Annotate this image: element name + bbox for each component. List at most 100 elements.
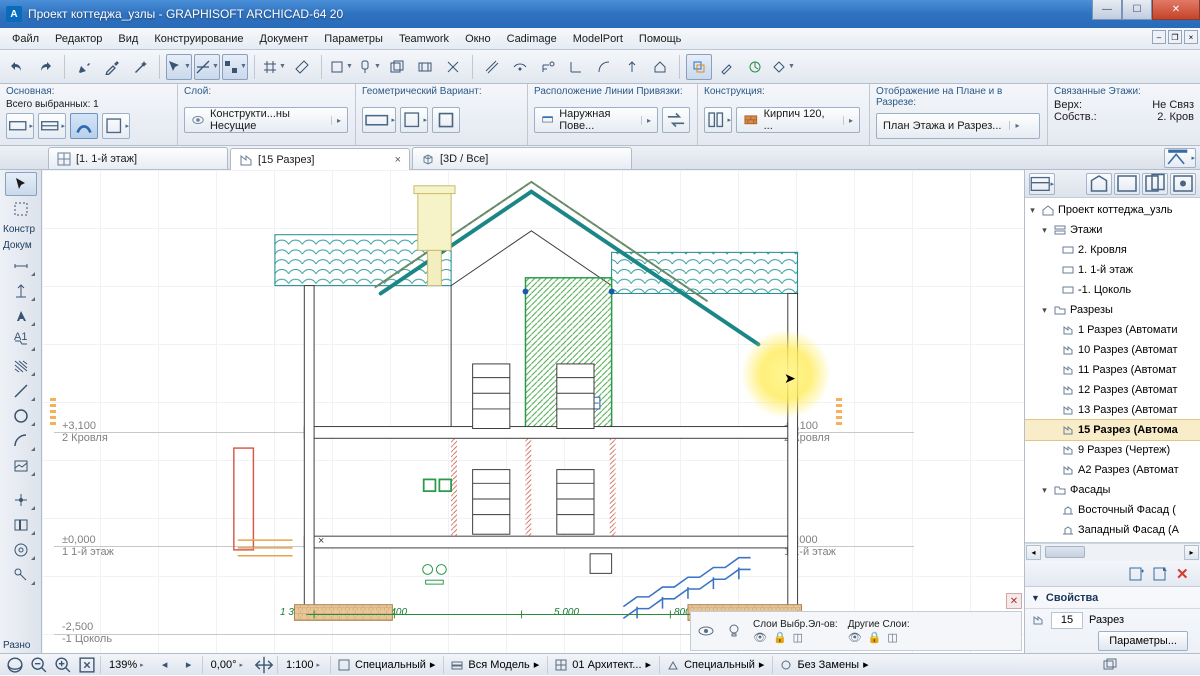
menu-file[interactable]: Файл [4,30,47,48]
tab-overflow-button[interactable]: ▸ [1164,148,1196,168]
ruler-button[interactable] [289,54,315,80]
nav-sec-a2[interactable]: A2 Разрез (Автомат [1078,464,1179,476]
home-button[interactable] [647,54,673,80]
wall-profile-button[interactable]: ▸ [38,113,66,139]
tab-close-icon[interactable]: × [395,154,401,166]
nav-sec-9[interactable]: 9 Разрез (Чертеж) [1078,444,1170,456]
undo-button[interactable] [4,54,30,80]
nav-floor-base[interactable]: -1. Цоколь [1078,284,1131,296]
nav-elev-east[interactable]: Восточный Фасад ( [1078,504,1176,516]
lock-sm-icon[interactable]: 🔒 [868,631,882,644]
worksheet-tool[interactable] [5,538,37,562]
nav-floor-roof[interactable]: 2. Кровля [1078,244,1127,256]
nav-layout-button[interactable] [1142,173,1168,195]
expand-icon[interactable]: ▾ [1039,485,1050,496]
scroll-thumb[interactable] [1045,546,1085,558]
nav-floors[interactable]: Этажи [1070,224,1102,236]
menu-edit[interactable]: Редактор [47,30,110,48]
pick-button[interactable] [71,54,97,80]
cursor-snap-button[interactable]: ▼ [166,54,192,80]
scale-value[interactable]: 1:100 [286,659,314,671]
arc-tool[interactable] [5,429,37,453]
lock-sm-icon[interactable]: 🔒 [773,631,787,644]
grid-snap-button[interactable]: ▼ [261,54,287,80]
grid-tool[interactable] [5,563,37,587]
guide-lines-button[interactable]: ▼ [194,54,220,80]
nav-floor-1[interactable]: 1. 1-й этаж [1078,264,1133,276]
menu-design[interactable]: Конструирование [146,30,251,48]
menu-window[interactable]: Окно [457,30,499,48]
menu-view[interactable]: Вид [110,30,146,48]
renovation-button[interactable] [742,54,768,80]
pan-icon[interactable] [253,656,275,674]
trace-button[interactable] [686,54,712,80]
orbit-icon[interactable] [4,656,26,674]
cons-combo[interactable]: Кирпич 120, ... ▸ [736,107,860,133]
menu-help[interactable]: Помощь [631,30,690,48]
qopt-3[interactable]: 01 Архитект...▸ [547,656,657,674]
nav-sec-11[interactable]: 11 Разрез (Автомат [1078,364,1177,376]
nav-sec-12[interactable]: 12 Разрез (Автомат [1078,384,1178,396]
fill-tool[interactable] [5,354,37,378]
nav-project-map-button[interactable] [1086,173,1112,195]
edit-trace-button[interactable] [714,54,740,80]
nav-elevations[interactable]: Фасады [1070,484,1110,496]
level-tool[interactable] [5,279,37,303]
eye-sm-icon[interactable]: 👁 [753,631,767,644]
zoom-in-icon[interactable] [52,656,74,674]
expand-icon[interactable]: ▾ [1027,205,1038,216]
snap-combo[interactable]: Наружная Пове... ▸ [534,107,658,133]
toolbox-document-label[interactable]: Докум [0,238,41,253]
tab-floor-plan[interactable]: [1. 1-й этаж] [48,147,228,169]
nav-sec-13[interactable]: 13 Разрез (Автомат [1078,404,1178,416]
navigator-tree[interactable]: ▾Проект коттеджа_узль ▾Этажи 2. Кровля 1… [1025,198,1200,543]
redo-button[interactable] [32,54,58,80]
zoom-value[interactable]: 139% [109,659,137,671]
menu-options[interactable]: Параметры [316,30,391,48]
text-tool[interactable] [5,304,37,328]
elev-button[interactable] [619,54,645,80]
geom-method-3[interactable] [432,107,460,133]
toolbox-design-label[interactable]: Констр [0,222,41,237]
lightbulb-icon[interactable] [725,622,743,640]
nav-sec-1[interactable]: 1 Разрез (Автомати [1078,324,1178,336]
windows-icon[interactable] [1102,658,1118,672]
level-dim-button[interactable] [535,54,561,80]
nav-sec-15[interactable]: 15 Разрез (Автома [1078,424,1178,436]
scroll-right-icon[interactable]: ▸ [1184,545,1199,560]
dimension-tool[interactable] [5,254,37,278]
zoom-out-icon[interactable] [28,656,50,674]
angle-value[interactable]: 0,00° [211,659,237,671]
menu-modelport[interactable]: ModelPort [565,30,631,48]
scroll-left-icon[interactable]: ◂ [1026,545,1041,560]
label-tool[interactable]: A1 [5,329,37,353]
menu-teamwork[interactable]: Teamwork [391,30,457,48]
toolbox-more-label[interactable]: Разно [0,638,41,653]
nav-view-map-button[interactable] [1114,173,1140,195]
nav-elev-west[interactable]: Западный Фасад (А [1078,524,1179,536]
filter-button[interactable] [412,54,438,80]
prev-zoom-icon[interactable]: ◂ [154,656,176,674]
maximize-button[interactable]: ☐ [1122,0,1152,20]
qopt-5[interactable]: Без Замены▸ [772,656,874,674]
chevron-down-icon[interactable]: ▼ [1031,593,1040,603]
tab-3d[interactable]: [3D / Все] [412,147,632,169]
snap-flip-button[interactable] [662,107,690,133]
mdi-restore-icon[interactable]: ❐ [1168,30,1182,44]
wall-edit-button[interactable] [70,113,98,139]
expand-icon[interactable]: ▾ [1039,305,1050,316]
snap-points-button[interactable]: ▼ [222,54,248,80]
close-qopts-icon[interactable]: ✕ [1006,593,1022,609]
structure-button[interactable]: ▸ [704,107,732,133]
prop-id-input[interactable] [1051,612,1083,629]
minimize-button[interactable]: — [1092,0,1122,20]
cube-sm-icon[interactable]: ◫ [887,631,897,644]
arc-dim-button[interactable] [591,54,617,80]
drawing-tool[interactable] [5,454,37,478]
suspend-groups-button[interactable]: ▼ [356,54,382,80]
inject-button[interactable] [99,54,125,80]
layer-combo[interactable]: Конструкти...ны Несущие ▸ [184,107,348,133]
show-hide-button[interactable] [384,54,410,80]
save-view-icon[interactable] [1152,565,1170,583]
trim-button[interactable] [440,54,466,80]
